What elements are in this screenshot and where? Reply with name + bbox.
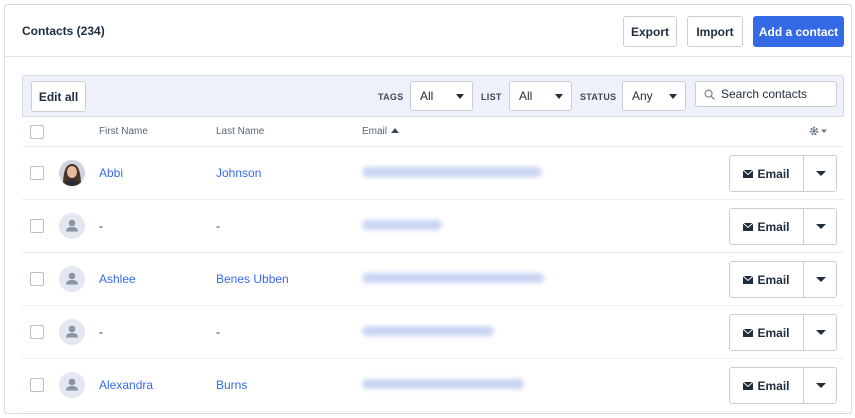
status-select-value: Any [632, 89, 653, 103]
last-name-link[interactable]: Benes Ubben [216, 272, 289, 286]
gear-icon [809, 126, 827, 136]
email-options-dropdown[interactable] [804, 262, 836, 297]
chevron-down-icon [669, 94, 677, 99]
email-button[interactable]: Email [730, 209, 804, 244]
avatar-photo [59, 160, 85, 186]
row-checkbox[interactable] [30, 272, 44, 286]
envelope-icon [743, 169, 754, 178]
email-button-label: Email [757, 272, 790, 287]
row-checkbox[interactable] [30, 378, 44, 392]
first-name-cell: - [99, 219, 103, 233]
avatar [59, 213, 85, 239]
envelope-icon [743, 275, 754, 284]
table-row: - - Email [22, 306, 844, 359]
page-title: Contacts (234) [22, 24, 105, 38]
column-last-name[interactable]: Last Name [216, 126, 264, 137]
list-select[interactable]: All [509, 81, 572, 111]
email-button[interactable]: Email [730, 368, 804, 403]
export-button[interactable]: Export [623, 16, 677, 47]
sort-ascending-icon [391, 128, 400, 133]
email-action-group: Email [729, 314, 837, 351]
email-action-group: Email [729, 367, 837, 404]
row-checkbox[interactable] [30, 166, 44, 180]
add-contact-button[interactable]: Add a contact [753, 16, 844, 47]
row-checkbox[interactable] [30, 325, 44, 339]
search-icon [704, 89, 715, 100]
email-button-label: Email [757, 219, 790, 234]
email-redacted [362, 379, 524, 389]
chevron-down-icon [816, 383, 826, 388]
first-name-cell: - [99, 325, 103, 339]
list-select-value: All [519, 89, 533, 103]
last-name-link[interactable]: Burns [216, 378, 247, 392]
email-redacted [362, 220, 442, 230]
contacts-panel: Contacts (234) Export Import Add a conta… [4, 4, 852, 414]
chevron-down-icon [816, 224, 826, 229]
chevron-down-icon [816, 277, 826, 282]
email-redacted [362, 326, 494, 336]
tags-select[interactable]: All [410, 81, 473, 111]
search-input[interactable] [721, 87, 833, 101]
email-button[interactable]: Email [730, 156, 804, 191]
email-button[interactable]: Email [730, 262, 804, 297]
column-settings-button[interactable] [808, 123, 832, 139]
envelope-icon [743, 328, 754, 337]
page-header: Contacts (234) Export Import Add a conta… [5, 5, 851, 57]
chevron-down-icon [555, 94, 563, 99]
table-row: Alexandra Burns Email [22, 359, 844, 412]
person-icon [66, 272, 78, 285]
column-email-label: Email [362, 126, 388, 137]
first-name-link[interactable]: Alexandra [99, 378, 153, 392]
chevron-down-icon [816, 171, 826, 176]
envelope-icon [743, 222, 754, 231]
list-filter-label: LIST [481, 92, 502, 102]
person-icon [66, 378, 78, 391]
import-button[interactable]: Import [687, 16, 743, 47]
table-row: Ashlee Benes Ubben Email [22, 253, 844, 306]
tags-select-value: All [420, 89, 434, 103]
filter-bar: Edit all TAGS All LIST All STATUS Any [22, 75, 844, 117]
status-filter-label: STATUS [580, 92, 617, 102]
table-row: - - Email [22, 200, 844, 253]
search-box[interactable] [695, 81, 837, 107]
last-name-cell: - [216, 219, 220, 233]
row-checkbox[interactable] [30, 219, 44, 233]
email-options-dropdown[interactable] [804, 315, 836, 350]
chevron-down-icon [456, 94, 464, 99]
person-icon [66, 325, 78, 338]
column-first-name[interactable]: First Name [99, 126, 148, 137]
edit-all-button[interactable]: Edit all [31, 81, 86, 112]
chevron-down-icon [816, 330, 826, 335]
column-email[interactable]: Email [362, 126, 400, 137]
email-action-group: Email [729, 155, 837, 192]
email-button-label: Email [757, 325, 790, 340]
last-name-link[interactable]: Johnson [216, 166, 261, 180]
status-select[interactable]: Any [622, 81, 686, 111]
email-options-dropdown[interactable] [804, 368, 836, 403]
first-name-link[interactable]: Ashlee [99, 272, 136, 286]
avatar [59, 160, 85, 186]
first-name-link[interactable]: Abbi [99, 166, 123, 180]
avatar [59, 319, 85, 345]
table-row: Abbi Johnson Email [22, 147, 844, 200]
envelope-icon [743, 381, 754, 390]
email-action-group: Email [729, 208, 837, 245]
email-button-label: Email [757, 378, 790, 393]
table-header: First Name Last Name Email [22, 117, 844, 147]
avatar [59, 266, 85, 292]
tags-filter-label: TAGS [378, 92, 404, 102]
email-action-group: Email [729, 261, 837, 298]
email-button[interactable]: Email [730, 315, 804, 350]
email-options-dropdown[interactable] [804, 156, 836, 191]
email-options-dropdown[interactable] [804, 209, 836, 244]
select-all-checkbox[interactable] [30, 125, 44, 139]
email-redacted [362, 167, 542, 177]
last-name-cell: - [216, 325, 220, 339]
email-redacted [362, 273, 544, 283]
person-icon [66, 219, 78, 232]
email-button-label: Email [757, 166, 790, 181]
avatar [59, 372, 85, 398]
